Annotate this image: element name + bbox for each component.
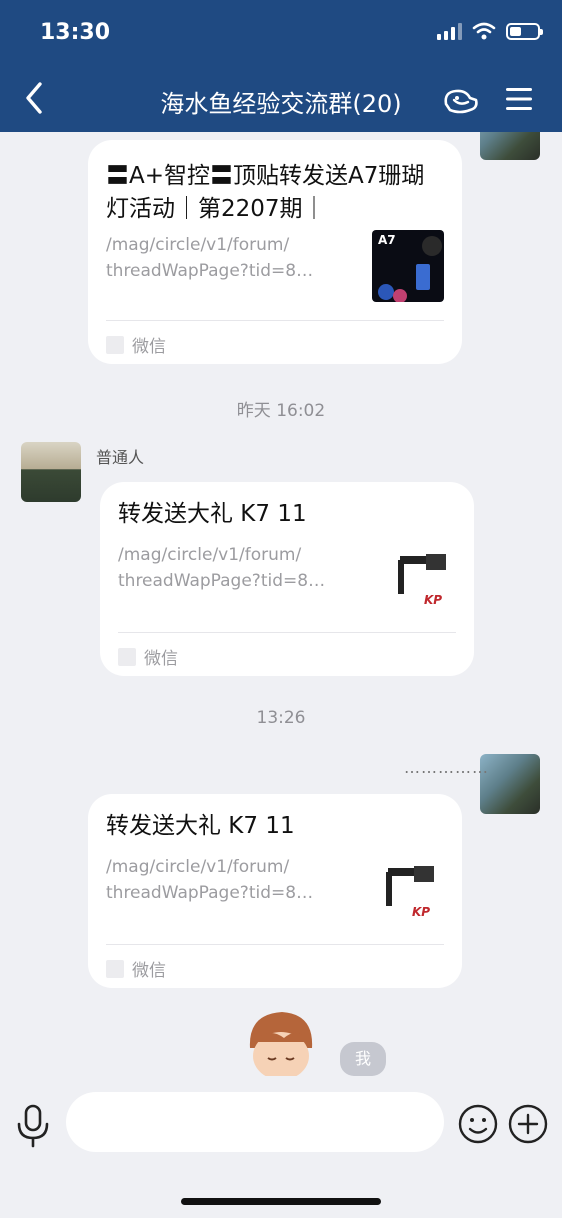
smiley-icon[interactable] bbox=[458, 1104, 498, 1144]
home-indicator[interactable] bbox=[181, 1198, 381, 1205]
thumbnail-image: KP bbox=[374, 852, 446, 924]
card-description: /mag/circle/v1/forum/ threadWapPage?tid=… bbox=[118, 545, 326, 591]
card-title: 转发送大礼 K7 11 bbox=[118, 501, 307, 527]
divider bbox=[106, 944, 444, 945]
signal-icon bbox=[437, 22, 462, 40]
link-card[interactable]: 转发送大礼 K7 11 /mag/circle/v1/forum/ thread… bbox=[100, 482, 474, 676]
input-bar bbox=[0, 1076, 562, 1218]
thumbnail-image: KP bbox=[386, 540, 458, 612]
svg-text:A7: A7 bbox=[378, 233, 396, 247]
sender-name: 普通人 bbox=[96, 448, 145, 467]
card-title: 〓A+智控〓顶贴转发送A7珊瑚灯活动｜第2207期｜ bbox=[106, 163, 425, 222]
wechat-icon bbox=[106, 959, 124, 978]
sender-name: …………… bbox=[404, 758, 489, 777]
thumbnail-image: A7 bbox=[372, 230, 444, 302]
me-badge: 我 bbox=[340, 1042, 386, 1076]
source-label: 微信 bbox=[106, 956, 166, 981]
wifi-icon bbox=[472, 22, 496, 40]
chat-area[interactable]: 〓A+智控〓顶贴转发送A7珊瑚灯活动｜第2207期｜ /mag/circle/v… bbox=[0, 132, 562, 1076]
source-label: 微信 bbox=[106, 332, 166, 357]
divider bbox=[106, 320, 444, 321]
svg-text:KP: KP bbox=[412, 905, 430, 919]
link-card[interactable]: 〓A+智控〓顶贴转发送A7珊瑚灯活动｜第2207期｜ /mag/circle/v… bbox=[88, 140, 462, 364]
card-description: /mag/circle/v1/forum/ threadWapPage?tid=… bbox=[106, 235, 314, 281]
timestamp: 昨天 16:02 bbox=[236, 401, 326, 421]
svg-text:KP: KP bbox=[424, 593, 442, 607]
avatar[interactable] bbox=[21, 442, 81, 502]
cartoon-avatar-sticker[interactable] bbox=[244, 1008, 318, 1076]
avatar[interactable] bbox=[480, 754, 540, 814]
card-description: /mag/circle/v1/forum/ threadWapPage?tid=… bbox=[106, 857, 314, 903]
wechat-icon bbox=[118, 647, 136, 666]
battery-icon bbox=[506, 22, 543, 40]
card-title: 转发送大礼 K7 11 bbox=[106, 813, 295, 839]
source-label: 微信 bbox=[118, 644, 178, 669]
group-people-icon[interactable] bbox=[440, 82, 480, 118]
hamburger-menu-icon[interactable] bbox=[504, 84, 534, 114]
avatar[interactable] bbox=[480, 132, 540, 160]
top-bar: 13:30 海水鱼经验交流群(20) bbox=[0, 0, 562, 132]
timestamp: 13:26 bbox=[256, 708, 306, 728]
microphone-icon[interactable] bbox=[14, 1102, 52, 1150]
link-card[interactable]: 转发送大礼 K7 11 /mag/circle/v1/forum/ thread… bbox=[88, 794, 462, 988]
status-time: 13:30 bbox=[40, 20, 111, 45]
plus-circle-icon[interactable] bbox=[508, 1104, 548, 1144]
status-icons bbox=[437, 22, 543, 40]
message-input[interactable] bbox=[66, 1092, 444, 1152]
wechat-icon bbox=[106, 335, 124, 354]
divider bbox=[118, 632, 456, 633]
